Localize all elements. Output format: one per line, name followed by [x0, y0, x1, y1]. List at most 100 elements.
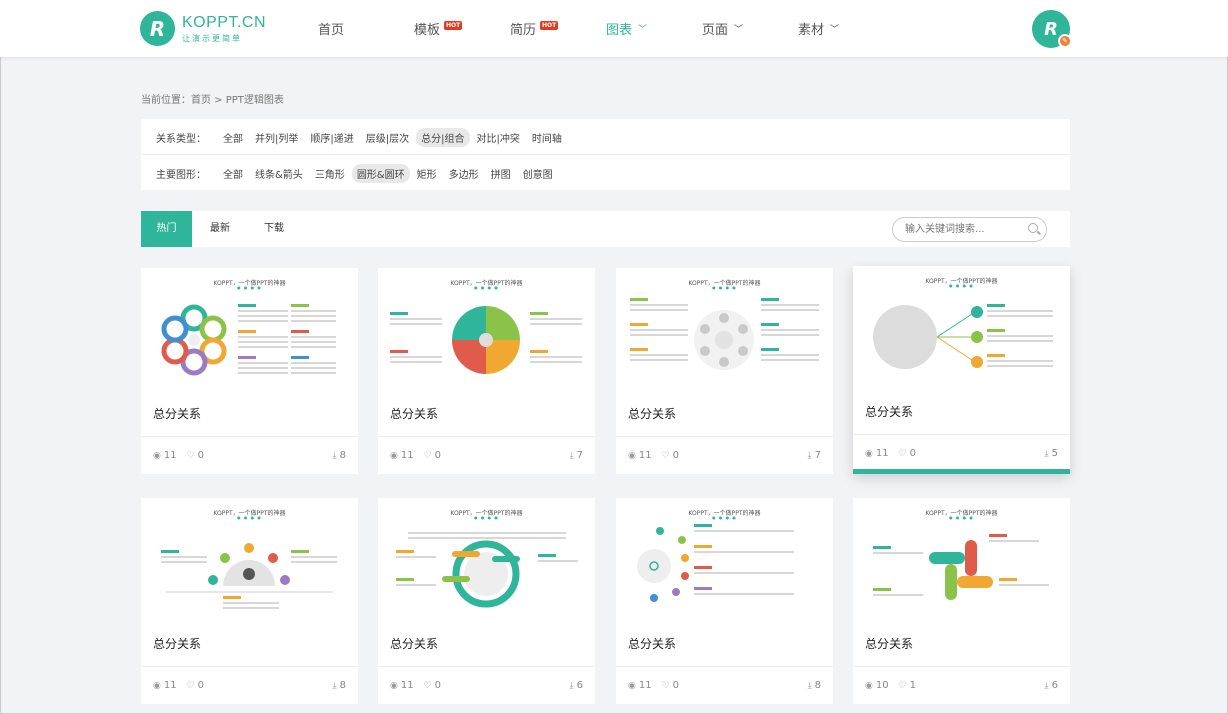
- filter-shape-creative[interactable]: 创意图: [518, 164, 558, 183]
- tab-latest[interactable]: 最新: [199, 211, 241, 247]
- filter-relation-parallel[interactable]: 并列|列举: [250, 128, 303, 147]
- site-logo[interactable]: R KOPPT.CN 让演示更简单: [140, 11, 266, 46]
- download-icon: ⤓: [807, 451, 812, 461]
- nav-charts-label: 图表: [606, 23, 633, 38]
- chart-card[interactable]: KOPPT，一个做PPT的神器 ● ● ● ● 总分关系 ◉ 10 ♡ 1 ⤓ 6: [853, 498, 1070, 704]
- download-icon: ⤓: [332, 451, 337, 461]
- chart-card[interactable]: KOPPT，一个做PPT的神器 ● ● ● ● 总分关系 ◉ 11 ♡ 0 ⤓ 7: [616, 268, 833, 474]
- card-title[interactable]: 总分关系: [153, 405, 201, 422]
- filter-relation-sequence[interactable]: 顺序|递进: [305, 128, 358, 147]
- card-divider: [141, 436, 358, 437]
- heart-icon[interactable]: ♡: [662, 681, 670, 691]
- download-count: 8: [339, 450, 346, 461]
- tab-hot[interactable]: 热门: [141, 211, 192, 247]
- filter-shape-triangle[interactable]: 三角形: [310, 164, 350, 183]
- edit-badge-icon: ✎: [1058, 34, 1072, 48]
- filter-relation-row: 关系类型： 全部 并列|列举 顺序|递进 层级|层次 总分|组合 对比|冲突 时…: [156, 127, 569, 147]
- card-title[interactable]: 总分关系: [865, 403, 913, 420]
- site-header: R KOPPT.CN 让演示更简单 首页 模板 HOT 简历 HOT 图表 ﹀ …: [0, 0, 1228, 57]
- card-title[interactable]: 总分关系: [628, 635, 676, 652]
- download-icon: ⤓: [569, 681, 574, 691]
- chart-card[interactable]: KOPPT，一个做PPT的神器 ● ● ● ● 总分关系 ◉ 11 ♡ 0 ⤓ 6: [378, 498, 595, 704]
- logo-name: KOPPT.CN: [182, 13, 267, 31]
- card-divider: [141, 666, 358, 667]
- like-count: 0: [197, 680, 205, 691]
- filter-shape-all[interactable]: 全部: [218, 164, 248, 183]
- card-stats: ◉ 11 ♡ 0: [628, 680, 689, 691]
- chart-card[interactable]: KOPPT，一个做PPT的神器 ● ● ● ● 总分关系 ◉ 11 ♡ 0 ⤓ 8: [141, 268, 358, 474]
- card-thumbnail[interactable]: KOPPT，一个做PPT的神器 ● ● ● ●: [853, 498, 1070, 626]
- eye-icon: ◉: [628, 451, 636, 461]
- download-icon: ⤓: [1044, 449, 1049, 459]
- download-count: 7: [576, 450, 583, 461]
- heart-icon[interactable]: ♡: [899, 681, 907, 691]
- filter-relation-all[interactable]: 全部: [218, 128, 248, 147]
- filter-shape-circle[interactable]: 圆形&圆环: [351, 163, 410, 183]
- card-thumbnail[interactable]: KOPPT，一个做PPT的神器 ● ● ● ●: [378, 498, 595, 626]
- chart-card[interactable]: KOPPT，一个做PPT的神器 ● ● ● ● 总分关系 ◉ 11 ♡ 0 ⤓ 8: [616, 498, 833, 704]
- nav-charts[interactable]: 图表 ﹀: [606, 19, 647, 38]
- card-thumbnail[interactable]: KOPPT，一个做PPT的神器 ● ● ● ●: [853, 266, 1070, 394]
- nav-materials[interactable]: 素材 ﹀: [798, 19, 839, 38]
- filter-shape-label: 主要图形：: [156, 169, 206, 181]
- view-count: 11: [638, 680, 652, 691]
- search-input[interactable]: [892, 217, 1047, 242]
- like-count: 0: [197, 450, 205, 461]
- filter-relation-timeline[interactable]: 时间轴: [527, 128, 567, 147]
- filter-panel: 关系类型： 全部 并列|列举 顺序|递进 层级|层次 总分|组合 对比|冲突 时…: [141, 119, 1070, 190]
- heart-icon[interactable]: ♡: [899, 449, 907, 459]
- heart-icon[interactable]: ♡: [662, 451, 670, 461]
- card-downloads: ⤓ 5: [1045, 448, 1058, 459]
- card-title[interactable]: 总分关系: [628, 405, 676, 422]
- filter-shape-row: 主要图形： 全部 线条&箭头 三角形 圆形&圆环 矩形 多边形 拼图 创意图: [156, 163, 560, 183]
- heart-icon[interactable]: ♡: [424, 451, 432, 461]
- card-thumbnail[interactable]: KOPPT，一个做PPT的神器 ● ● ● ●: [141, 498, 358, 626]
- view-count: 11: [875, 448, 889, 459]
- sort-tabs: 热门 最新 下载: [141, 211, 1070, 247]
- like-count: 0: [672, 450, 680, 461]
- filter-shape-rect[interactable]: 矩形: [412, 164, 442, 183]
- card-divider: [378, 436, 595, 437]
- chart-card[interactable]: KOPPT，一个做PPT的神器 ● ● ● ● 总分关系 ◉ 11 ♡ 0 ⤓ 7: [378, 268, 595, 474]
- user-avatar[interactable]: R ✎: [1032, 10, 1072, 48]
- filter-shape-polygon[interactable]: 多边形: [444, 164, 484, 183]
- card-title[interactable]: 总分关系: [390, 635, 438, 652]
- card-thumbnail[interactable]: KOPPT，一个做PPT的神器 ● ● ● ●: [378, 268, 595, 396]
- logo-slogan: 让演示更简单: [182, 33, 242, 43]
- chart-card[interactable]: KOPPT，一个做PPT的神器 ● ● ● ● 总分关系 ◉ 11 ♡ 0 ⤓ 5: [853, 266, 1070, 474]
- tab-download[interactable]: 下载: [253, 211, 295, 247]
- card-title[interactable]: 总分关系: [153, 635, 201, 652]
- card-thumbnail[interactable]: KOPPT，一个做PPT的神器 ● ● ● ●: [616, 268, 833, 396]
- chart-card[interactable]: KOPPT，一个做PPT的神器 ● ● ● ● 总分关系 ◉ 11 ♡ 0 ⤓ 8: [141, 498, 358, 704]
- nav-home-label: 首页: [318, 23, 345, 38]
- nav-templates[interactable]: 模板 HOT: [414, 19, 463, 38]
- card-stats: ◉ 10 ♡ 1: [865, 680, 926, 691]
- nav-templates-label: 模板: [414, 23, 441, 38]
- card-stats: ◉ 11 ♡ 0: [153, 680, 214, 691]
- download-icon: ⤓: [1044, 681, 1049, 691]
- heart-icon[interactable]: ♡: [187, 451, 195, 461]
- card-thumbnail[interactable]: KOPPT，一个做PPT的神器 ● ● ● ●: [141, 268, 358, 396]
- filter-relation-contrast[interactable]: 对比|冲突: [472, 128, 525, 147]
- filter-relation-total[interactable]: 总分|组合: [416, 127, 470, 147]
- card-title[interactable]: 总分关系: [865, 635, 913, 652]
- nav-materials-label: 素材: [798, 23, 825, 38]
- breadcrumb: 当前位置：首页 > PPT逻辑图表: [141, 95, 284, 106]
- card-stats: ◉ 11 ♡ 0: [390, 680, 451, 691]
- download-icon: ⤓: [332, 681, 337, 691]
- filter-shape-puzzle[interactable]: 拼图: [486, 164, 516, 183]
- heart-icon[interactable]: ♡: [424, 681, 432, 691]
- filter-shape-arrows[interactable]: 线条&箭头: [250, 164, 308, 183]
- card-title[interactable]: 总分关系: [390, 405, 438, 422]
- card-downloads: ⤓ 7: [570, 450, 583, 461]
- search-icon[interactable]: [1028, 223, 1038, 233]
- nav-pages[interactable]: 页面 ﹀: [702, 19, 743, 38]
- heart-icon[interactable]: ♡: [187, 681, 195, 691]
- filter-relation-hierarchy[interactable]: 层级|层次: [361, 128, 414, 147]
- chevron-down-icon: ﹀: [638, 25, 648, 35]
- card-stats: ◉ 11 ♡ 0: [153, 450, 214, 461]
- nav-home[interactable]: 首页: [318, 19, 344, 38]
- card-thumbnail[interactable]: KOPPT，一个做PPT的神器 ● ● ● ●: [616, 498, 833, 626]
- nav-resume-label: 简历: [510, 23, 537, 38]
- nav-resume[interactable]: 简历 HOT: [510, 19, 559, 38]
